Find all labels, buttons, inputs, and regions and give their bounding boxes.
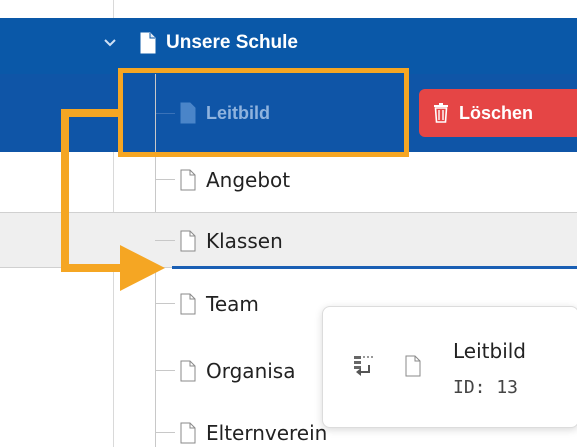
tree-item-label: Team bbox=[206, 292, 259, 316]
tree-connector bbox=[155, 240, 175, 241]
page-icon bbox=[180, 360, 196, 382]
tooltip-title: Leitbild bbox=[453, 339, 526, 363]
page-icon bbox=[180, 293, 196, 315]
page-icon bbox=[180, 230, 196, 252]
tree-item-label: Klassen bbox=[206, 229, 283, 253]
page-icon bbox=[180, 169, 196, 191]
tree-connector bbox=[155, 179, 175, 180]
tree-item-elternverein[interactable]: Elternverein bbox=[180, 421, 327, 445]
tree-item-label: Unsere Schule bbox=[166, 32, 298, 53]
tree-item-label: Organisa bbox=[206, 359, 296, 383]
tree-row-klassen[interactable] bbox=[0, 212, 577, 268]
delete-label: Löschen bbox=[459, 102, 534, 123]
tree-item-label: Angebot bbox=[206, 168, 291, 192]
tooltip-id: ID: 13 bbox=[453, 377, 519, 398]
page-icon bbox=[140, 32, 156, 54]
tree-item-klassen[interactable]: Klassen bbox=[180, 229, 283, 253]
tree-item-organisation[interactable]: Organisa bbox=[180, 359, 295, 383]
chevron-down-icon[interactable] bbox=[102, 37, 118, 49]
drag-tooltip: Leitbild ID: 13 bbox=[322, 306, 577, 428]
delete-button[interactable]: Löschen bbox=[419, 89, 577, 137]
tree-connector bbox=[155, 370, 175, 371]
trash-icon bbox=[434, 103, 448, 123]
tree-item-angebot[interactable]: Angebot bbox=[180, 168, 290, 192]
tree-item-unsere-schule[interactable]: Unsere Schule bbox=[140, 32, 298, 54]
drag-source-highlight bbox=[118, 68, 409, 157]
tree-connector bbox=[155, 432, 175, 433]
move-page-icon bbox=[354, 356, 373, 376]
page-icon bbox=[405, 355, 421, 377]
drop-position-indicator bbox=[172, 266, 577, 269]
tree-item-team[interactable]: Team bbox=[180, 292, 259, 316]
tree-item-label: Elternverein bbox=[206, 421, 328, 445]
tree-connector bbox=[155, 303, 175, 304]
page-icon bbox=[180, 422, 196, 444]
